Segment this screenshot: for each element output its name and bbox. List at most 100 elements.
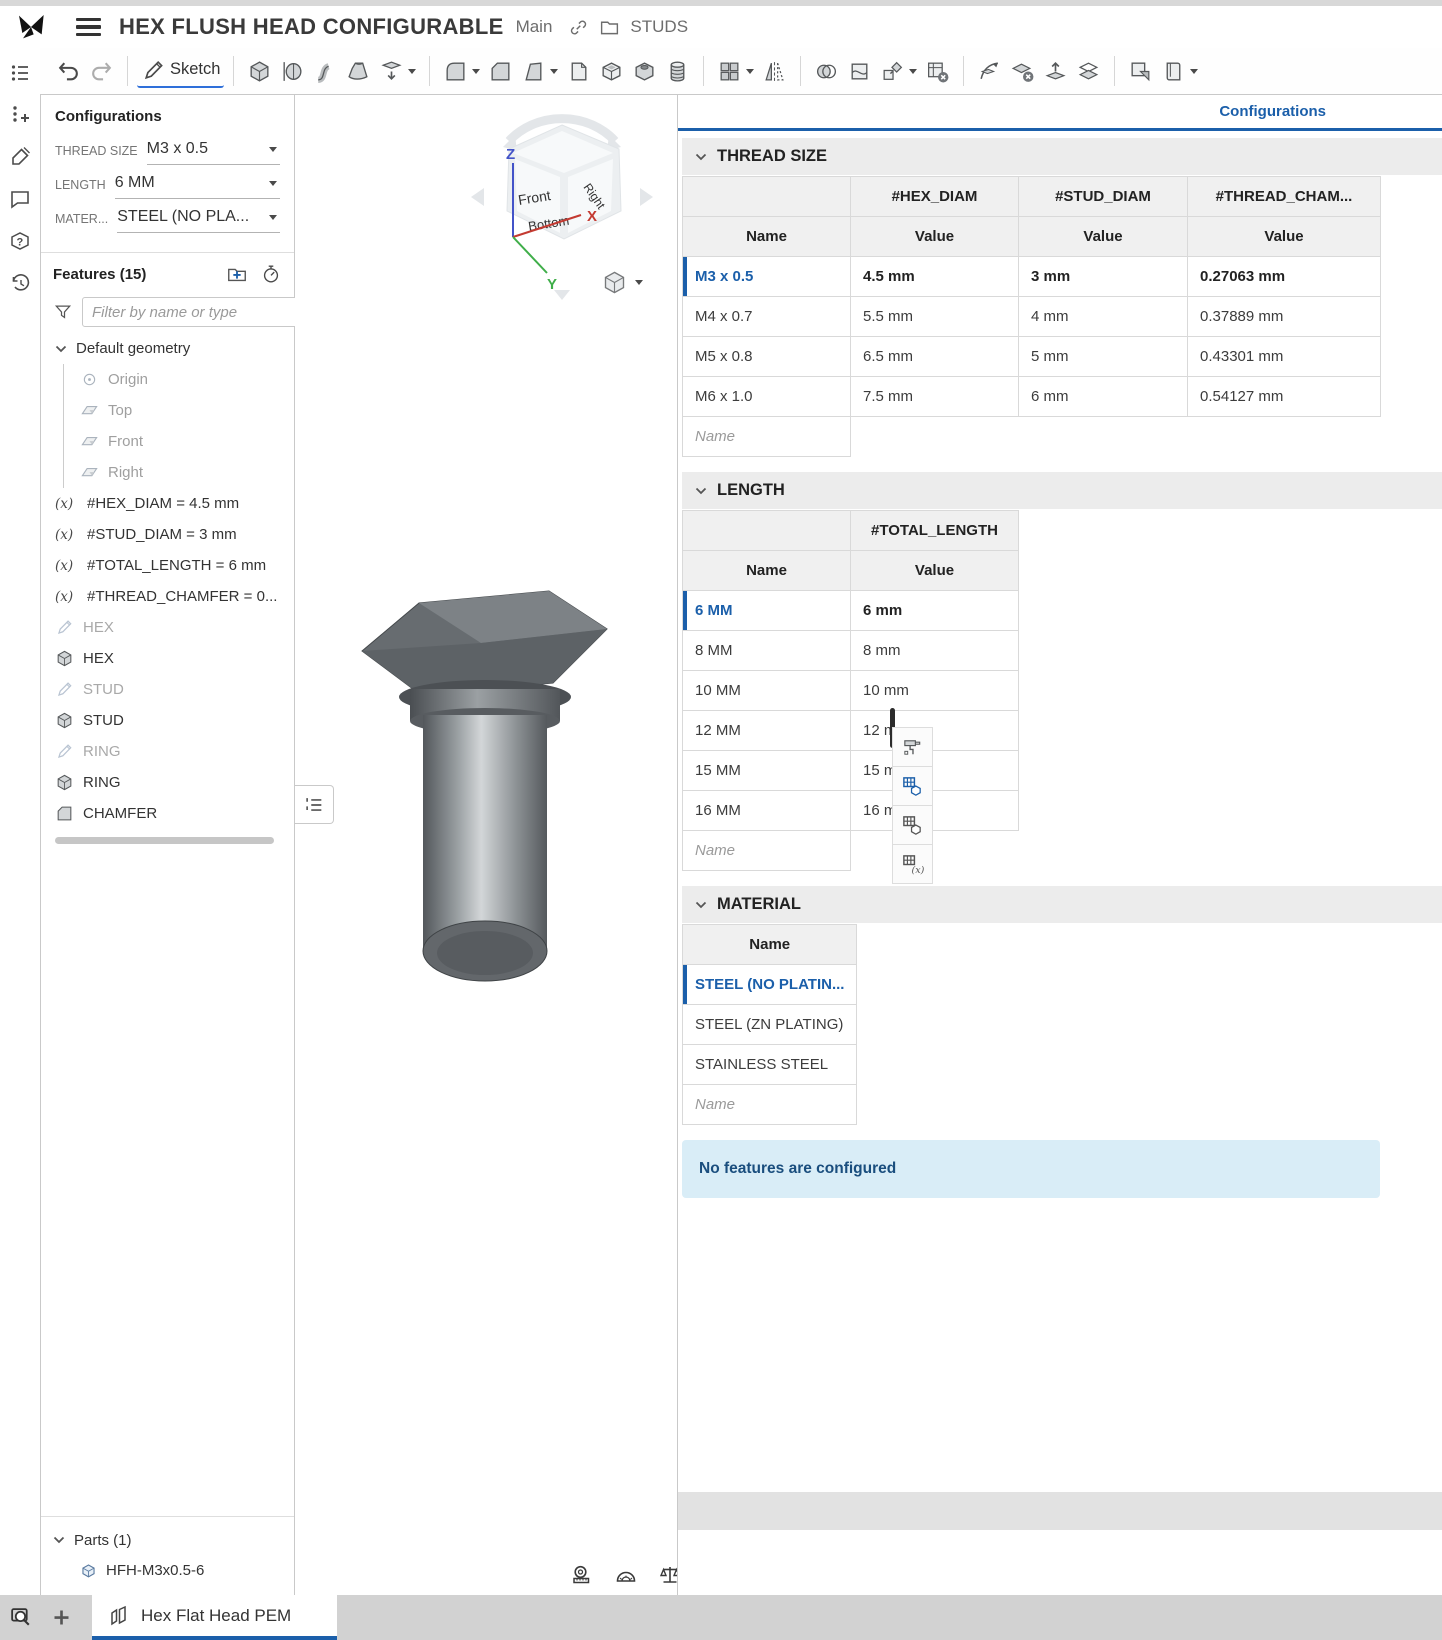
delete-part-button[interactable] (921, 56, 954, 87)
table-row[interactable]: STEEL (ZN PLATING) (683, 1005, 857, 1045)
table-row[interactable]: 16 MM 16 mm (683, 791, 1019, 831)
filter-icon[interactable] (53, 302, 73, 322)
loft-button[interactable] (342, 56, 375, 87)
table-row[interactable]: 6 MM 6 mm (683, 591, 1019, 631)
config-option-name[interactable]: 16 MM (683, 791, 851, 831)
rollback-timer-icon[interactable] (260, 263, 282, 285)
chevron-down-icon[interactable] (695, 901, 707, 909)
section-header-material[interactable]: MATERIAL (682, 886, 1442, 923)
revolve-button[interactable] (276, 56, 309, 87)
config-value-cell[interactable]: 15 mm (851, 751, 1019, 791)
rib-button[interactable] (562, 56, 595, 87)
config-value-cell[interactable]: 16 mm (851, 791, 1019, 831)
share-link-icon[interactable] (568, 17, 589, 38)
section-header-thread-size[interactable]: THREAD SIZE (682, 138, 1442, 175)
config-option-name[interactable]: 8 MM (683, 631, 851, 671)
tree-item-top-plane[interactable]: Top (64, 395, 282, 426)
view-mode-dropdown[interactable] (601, 269, 643, 296)
config-option-name[interactable]: 12 MM (683, 711, 851, 751)
config-value-cell[interactable]: 0.27063 mm (1188, 257, 1381, 297)
parts-header[interactable]: Parts (1) (53, 1525, 282, 1555)
hole-button[interactable] (628, 56, 661, 87)
mirror-button[interactable] (758, 56, 791, 87)
chevron-down-icon[interactable] (635, 280, 643, 285)
tab-part-studio[interactable]: Hex Flat Head PEM (92, 1595, 337, 1640)
chevron-down-icon[interactable] (53, 1536, 65, 1544)
chevron-down-icon[interactable] (695, 153, 707, 161)
config-option-name[interactable]: 6 MM (683, 591, 851, 631)
project-name[interactable]: STUDS (630, 17, 688, 37)
linear-pattern-button[interactable] (713, 56, 758, 87)
config-value-cell[interactable]: 8 mm (851, 631, 1019, 671)
configurations-panel-icon[interactable] (8, 103, 32, 127)
sketch-button[interactable]: Sketch (137, 55, 224, 88)
history-panel-icon[interactable] (8, 271, 32, 295)
extrude-button[interactable] (243, 56, 276, 87)
new-row-placeholder[interactable]: Name (683, 1085, 857, 1125)
config-value-cell[interactable]: 7.5 mm (851, 377, 1019, 417)
config-value-cell[interactable]: 0.37889 mm (1188, 297, 1381, 337)
config-option-name[interactable]: STEEL (ZN PLATING) (683, 1005, 857, 1045)
new-row[interactable]: Name (683, 831, 1019, 871)
tree-item-sketch[interactable]: RING (53, 736, 282, 767)
replace-face-button[interactable] (1039, 56, 1072, 87)
table-row[interactable]: 15 MM 15 mm (683, 751, 1019, 791)
table-row[interactable]: 8 MM 8 mm (683, 631, 1019, 671)
new-row[interactable]: Name (683, 1085, 857, 1125)
tape-measure-icon[interactable] (570, 1563, 594, 1587)
chevron-down-icon[interactable] (550, 69, 558, 74)
config-value-cell[interactable]: 0.54127 mm (1188, 377, 1381, 417)
tree-item-extrude[interactable]: RING (53, 767, 282, 798)
section-header-length[interactable]: LENGTH (682, 472, 1442, 509)
offset-surface-button[interactable] (1072, 56, 1105, 87)
shell-button[interactable] (595, 56, 628, 87)
config-value-cell[interactable]: 12 mm (851, 711, 1019, 751)
config-option-name[interactable]: M3 x 0.5 (683, 257, 851, 297)
sweep-button[interactable] (309, 56, 342, 87)
config-option-name[interactable]: 15 MM (683, 751, 851, 791)
tree-item-front-plane[interactable]: Front (64, 426, 282, 457)
tree-item-default-geometry[interactable]: Default geometry (53, 333, 282, 364)
table-row[interactable]: STAINLESS STEEL (683, 1045, 857, 1085)
rotate-right-arrow[interactable] (640, 188, 653, 206)
move-face-button[interactable] (973, 56, 1006, 87)
workspace-name[interactable]: Main (516, 17, 553, 37)
config-value-cell[interactable]: 5.5 mm (851, 297, 1019, 337)
new-folder-icon[interactable] (226, 263, 248, 285)
part-model-hex-flush-head-stud[interactable] (357, 589, 619, 1019)
protractor-icon[interactable] (614, 1563, 638, 1587)
tree-item-extrude[interactable]: HEX (53, 643, 282, 674)
table-row[interactable]: 10 MM 10 mm (683, 671, 1019, 711)
chevron-down-icon[interactable] (746, 69, 754, 74)
appearance-table-tab[interactable] (892, 727, 933, 767)
chevron-down-icon[interactable] (472, 69, 480, 74)
delete-face-button[interactable] (1006, 56, 1039, 87)
panel-horizontal-scrollbar[interactable] (678, 1492, 1442, 1530)
new-row[interactable]: Name (683, 417, 1381, 457)
config-option-name[interactable]: M4 x 0.7 (683, 297, 851, 337)
config-option-name[interactable]: M6 x 1.0 (683, 377, 851, 417)
tree-item-sketch[interactable]: HEX (53, 612, 282, 643)
table-row[interactable]: M5 x 0.8 6.5 mm 5 mm 0.43301 mm (683, 337, 1381, 377)
tree-item-variable[interactable]: (x)#HEX_DIAM = 4.5 mm (53, 488, 282, 519)
config-value-cell[interactable]: 6 mm (851, 591, 1019, 631)
table-row[interactable]: M6 x 1.0 7.5 mm 6 mm 0.54127 mm (683, 377, 1381, 417)
config-option-name[interactable]: STEEL (NO PLATIN... (683, 965, 857, 1005)
config-value-cell[interactable]: 6.5 mm (851, 337, 1019, 377)
part-list-item[interactable]: HFH-M3x0.5-6 (53, 1555, 282, 1585)
tree-item-origin[interactable]: Origin (64, 364, 282, 395)
panel-flyout-toggle[interactable] (295, 785, 334, 824)
table-row[interactable]: M4 x 0.7 5.5 mm 4 mm 0.37889 mm (683, 297, 1381, 337)
config-value-cell[interactable]: 5 mm (1019, 337, 1188, 377)
onshape-logo-icon[interactable] (8, 7, 54, 47)
config-value-cell[interactable]: 6 mm (1019, 377, 1188, 417)
configured-features-tab[interactable] (892, 805, 933, 845)
chevron-down-icon[interactable] (1190, 69, 1198, 74)
fillet-button[interactable] (439, 56, 484, 87)
split-button[interactable] (843, 56, 876, 87)
main-menu-icon[interactable] (76, 18, 101, 37)
feature-list-panel-icon[interactable] (8, 61, 32, 85)
feature-tree-scrollbar[interactable] (55, 837, 274, 844)
tree-item-chamfer[interactable]: CHAMFER (53, 798, 282, 829)
appearance-panel-icon[interactable] (8, 145, 32, 169)
